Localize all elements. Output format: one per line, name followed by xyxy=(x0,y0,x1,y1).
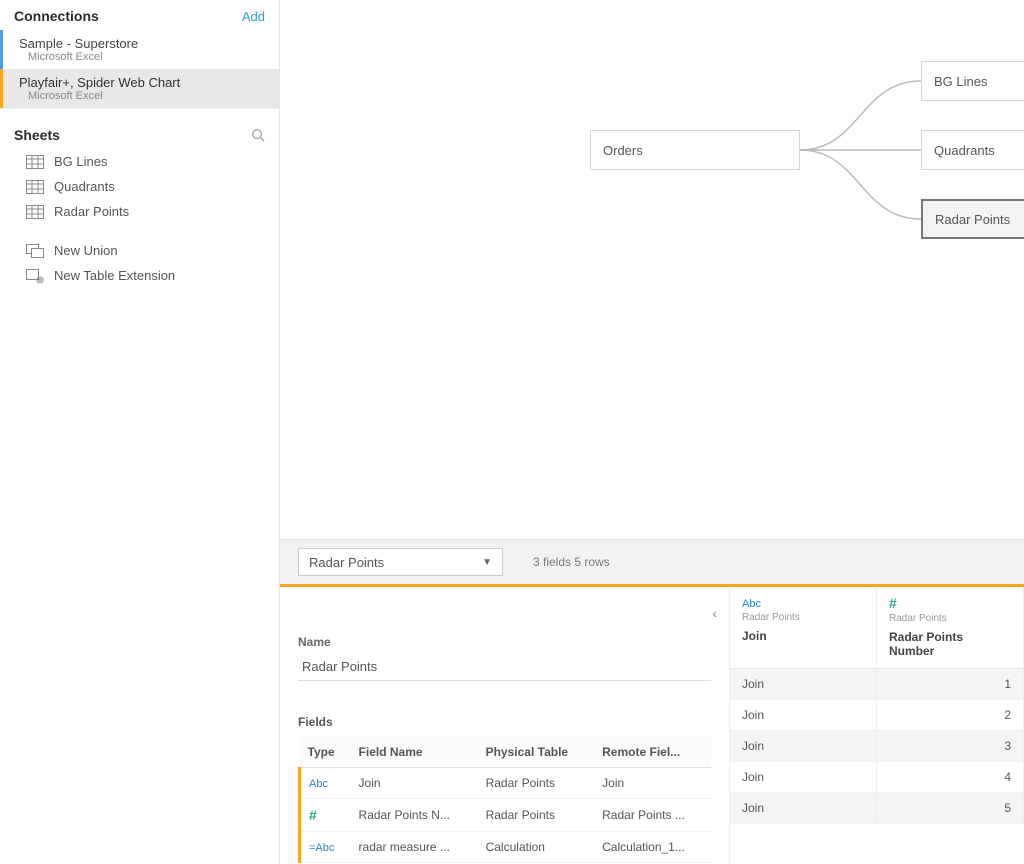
cell-num: 4 xyxy=(877,762,1024,792)
grid-row[interactable]: Join 2 xyxy=(730,700,1024,731)
relationship-canvas[interactable]: Orders BG Lines Quadrants Radar Points xyxy=(280,0,1024,539)
connection-subtype: Microsoft Excel xyxy=(19,90,267,102)
connection-name: Playfair+, Spider Web Chart xyxy=(19,75,267,90)
canvas-node-quadrants[interactable]: Quadrants xyxy=(921,130,1024,170)
cell-join: Join xyxy=(730,793,877,823)
grid-header: Abc Radar Points Join # Radar Points Rad… xyxy=(730,587,1024,669)
remote-field-cell: Join xyxy=(594,768,711,799)
grid-row[interactable]: Join 3 xyxy=(730,731,1024,762)
connections-title: Connections xyxy=(14,8,99,24)
new-table-extension-item[interactable]: New Table Extension xyxy=(0,263,279,288)
cell-num: 1 xyxy=(877,669,1024,699)
grid-col-name: Join xyxy=(742,629,864,643)
fields-row[interactable]: =Abc radar measure ... Calculation Calcu… xyxy=(300,832,712,863)
fields-row[interactable]: Abc Join Radar Points Join xyxy=(300,768,712,799)
node-label: Radar Points xyxy=(935,212,1010,227)
table-name-input[interactable] xyxy=(298,653,711,681)
grid-row[interactable]: Join 5 xyxy=(730,793,1024,824)
connection-name: Sample - Superstore xyxy=(19,36,267,51)
collapse-detail-icon[interactable]: ‹ xyxy=(712,605,717,621)
chevron-down-icon: ▼ xyxy=(482,557,492,568)
new-table-extension-label: New Table Extension xyxy=(54,268,175,283)
field-name-cell: Radar Points N... xyxy=(351,799,478,832)
cell-join: Join xyxy=(730,669,877,699)
table-select[interactable]: Radar Points ▼ xyxy=(298,548,503,576)
cell-num: 5 xyxy=(877,793,1024,823)
fields-row[interactable]: # Radar Points N... Radar Points Radar P… xyxy=(300,799,712,832)
cell-join: Join xyxy=(730,762,877,792)
node-label: Quadrants xyxy=(934,143,995,158)
connection-item-playfair[interactable]: Playfair+, Spider Web Chart Microsoft Ex… xyxy=(0,69,279,108)
fields-table: Type Field Name Physical Table Remote Fi… xyxy=(298,737,711,863)
cell-num: 2 xyxy=(877,700,1024,730)
node-label: BG Lines xyxy=(934,74,987,89)
cell-join: Join xyxy=(730,731,877,761)
sheets-title: Sheets xyxy=(14,127,60,143)
grid-col-radar-points-number[interactable]: # Radar Points Radar Points Number xyxy=(877,587,1024,668)
grid-body[interactable]: Join 1 Join 2 Join 3 Join 4 xyxy=(730,669,1024,864)
relationship-links xyxy=(280,0,1024,539)
grid-col-join[interactable]: Abc Radar Points Join xyxy=(730,587,877,668)
col-field-name[interactable]: Field Name xyxy=(351,737,478,768)
name-label: Name xyxy=(298,635,711,649)
hash-type-icon: # xyxy=(309,807,317,823)
field-name-cell: Join xyxy=(351,768,478,799)
canvas-node-orders[interactable]: Orders xyxy=(590,130,800,170)
new-union-item[interactable]: New Union xyxy=(0,238,279,263)
sheet-label: Quadrants xyxy=(54,179,115,194)
hash-type-icon: # xyxy=(889,595,897,611)
table-toolbar: Radar Points ▼ 3 fields 5 rows xyxy=(280,539,1024,584)
table-detail-panel: ‹ Name Fields Type Field Name Physical T… xyxy=(280,587,730,864)
col-remote-field[interactable]: Remote Fiel... xyxy=(594,737,711,768)
field-name-cell: radar measure ... xyxy=(351,832,478,863)
table-icon xyxy=(26,180,44,194)
node-label: Orders xyxy=(603,143,643,158)
detail-and-grid: ‹ Name Fields Type Field Name Physical T… xyxy=(280,584,1024,864)
grid-col-source: Radar Points xyxy=(742,612,864,623)
left-panel: Connections Add Sample - Superstore Micr… xyxy=(0,0,280,864)
sheet-label: Radar Points xyxy=(54,204,129,219)
new-union-label: New Union xyxy=(54,243,118,258)
table-icon xyxy=(26,155,44,169)
canvas-node-radar-points[interactable]: Radar Points xyxy=(921,199,1024,239)
abc-type-icon: Abc xyxy=(742,598,761,610)
canvas-node-bg-lines[interactable]: BG Lines xyxy=(921,61,1024,101)
right-area: Orders BG Lines Quadrants Radar Points R… xyxy=(280,0,1024,864)
grid-col-source: Radar Points xyxy=(889,613,1011,624)
physical-table-cell: Calculation xyxy=(478,832,595,863)
remote-field-cell: Calculation_1... xyxy=(594,832,711,863)
sheet-item-radar-points[interactable]: Radar Points xyxy=(0,199,279,224)
connection-item-sample-superstore[interactable]: Sample - Superstore Microsoft Excel xyxy=(0,30,279,69)
abc-type-icon: Abc xyxy=(309,778,328,790)
remote-field-cell: Radar Points ... xyxy=(594,799,711,832)
physical-table-cell: Radar Points xyxy=(478,768,595,799)
sheet-label: BG Lines xyxy=(54,154,107,169)
grid-col-name: Radar Points Number xyxy=(889,630,1011,658)
calc-type-icon: =Abc xyxy=(309,842,334,854)
col-type[interactable]: Type xyxy=(300,737,351,768)
physical-table-cell: Radar Points xyxy=(478,799,595,832)
cell-num: 3 xyxy=(877,731,1024,761)
table-icon xyxy=(26,205,44,219)
extension-icon xyxy=(26,269,44,283)
connections-header: Connections Add xyxy=(0,0,279,30)
grid-row[interactable]: Join 4 xyxy=(730,762,1024,793)
sheet-item-quadrants[interactable]: Quadrants xyxy=(0,174,279,199)
add-connection-link[interactable]: Add xyxy=(242,9,265,24)
data-grid: Abc Radar Points Join # Radar Points Rad… xyxy=(730,587,1024,864)
fields-header-row: Type Field Name Physical Table Remote Fi… xyxy=(300,737,712,768)
search-icon[interactable] xyxy=(251,128,265,142)
cell-join: Join xyxy=(730,700,877,730)
table-meta: 3 fields 5 rows xyxy=(533,555,610,569)
col-physical-table[interactable]: Physical Table xyxy=(478,737,595,768)
union-icon xyxy=(26,244,44,258)
sheets-header: Sheets xyxy=(0,108,279,149)
grid-row[interactable]: Join 1 xyxy=(730,669,1024,700)
connection-subtype: Microsoft Excel xyxy=(19,51,267,63)
fields-label: Fields xyxy=(298,715,711,729)
sheet-item-bg-lines[interactable]: BG Lines xyxy=(0,149,279,174)
table-select-value: Radar Points xyxy=(309,555,384,570)
